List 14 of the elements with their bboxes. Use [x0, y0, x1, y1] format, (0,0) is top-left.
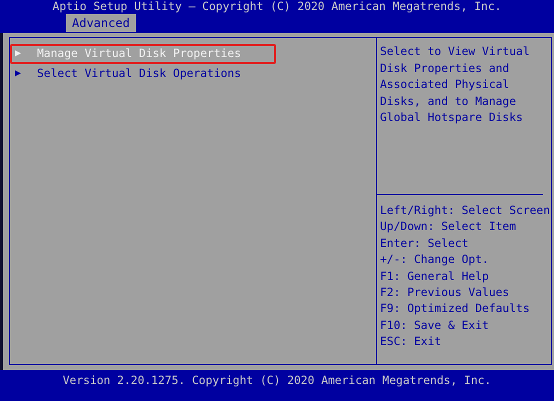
help-description: Select to View Virtual Disk Properties and Associated Physical Disks, and to Manage Global Hotspare Disks — [377, 38, 543, 195]
key-hint: F2: Previous Values — [380, 285, 510, 302]
key-hint: Left/Right: Select Screen — [380, 203, 551, 219]
key-hint: ESC: Exit — [380, 334, 442, 350]
key-hint: F1: General Help — [380, 268, 490, 285]
menu-item[interactable]: ▶ Select Virtual Disk Operations — [10, 64, 276, 84]
header-title: Aptio Setup Utility – Copyright (C) 2020 American Megatrends, Inc. — [52, 1, 502, 13]
menu-tab[interactable]: Advanced — [66, 14, 136, 32]
key-hint: F9: Optimized Defaults — [380, 301, 531, 318]
key-hint: +/-: Change Opt. — [380, 252, 490, 268]
key-hint: Enter: Select — [380, 236, 470, 252]
footer-text: Version 2.20.1275. Copyright (C) 2020 American Megatrends, Inc. — [62, 374, 492, 389]
key-hint: Up/Down: Select Item — [380, 219, 518, 236]
key-hint: F10: Save & Exit — [380, 318, 490, 334]
